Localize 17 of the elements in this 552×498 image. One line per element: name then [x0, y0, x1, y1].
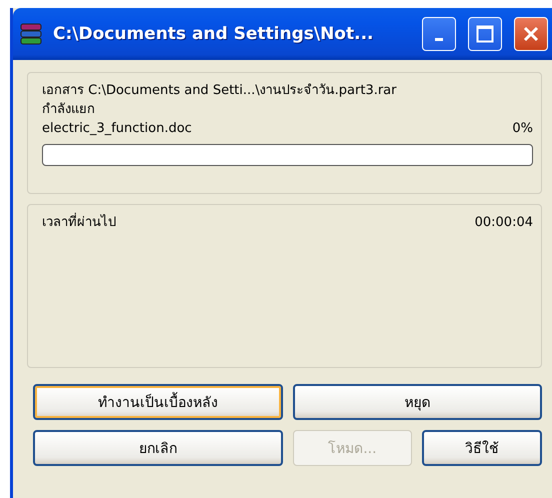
- archive-path: เอกสาร C:\Documents and Setti...\งานประจำวัน.part3.rar: [42, 82, 398, 100]
- maximize-icon: [476, 25, 494, 43]
- dialog-button[interactable]: ยกเลิก: [33, 430, 282, 466]
- maximize-button[interactable]: [468, 17, 502, 51]
- file-name: electric_3_function.doc: [42, 120, 192, 138]
- elapsed-time: 00:00:04: [474, 214, 533, 232]
- elapsed-label: เวลาที่ผ่านไป: [42, 213, 116, 232]
- percent-label: 0%: [512, 120, 533, 138]
- minimize-button[interactable]: [422, 17, 456, 51]
- dialog-button[interactable]: ทำงานเป็นเบื้องหลัง: [33, 384, 282, 420]
- close-button[interactable]: [514, 17, 548, 51]
- dialog-button[interactable]: หยุด: [292, 384, 542, 420]
- minimize-icon: [435, 38, 443, 40]
- close-icon: [522, 25, 540, 43]
- dialog-button[interactable]: วิธีใช้: [422, 430, 542, 466]
- action-label: กำลังแยก: [42, 101, 96, 119]
- window-title: C:\Documents and Settings\Not...: [53, 24, 374, 44]
